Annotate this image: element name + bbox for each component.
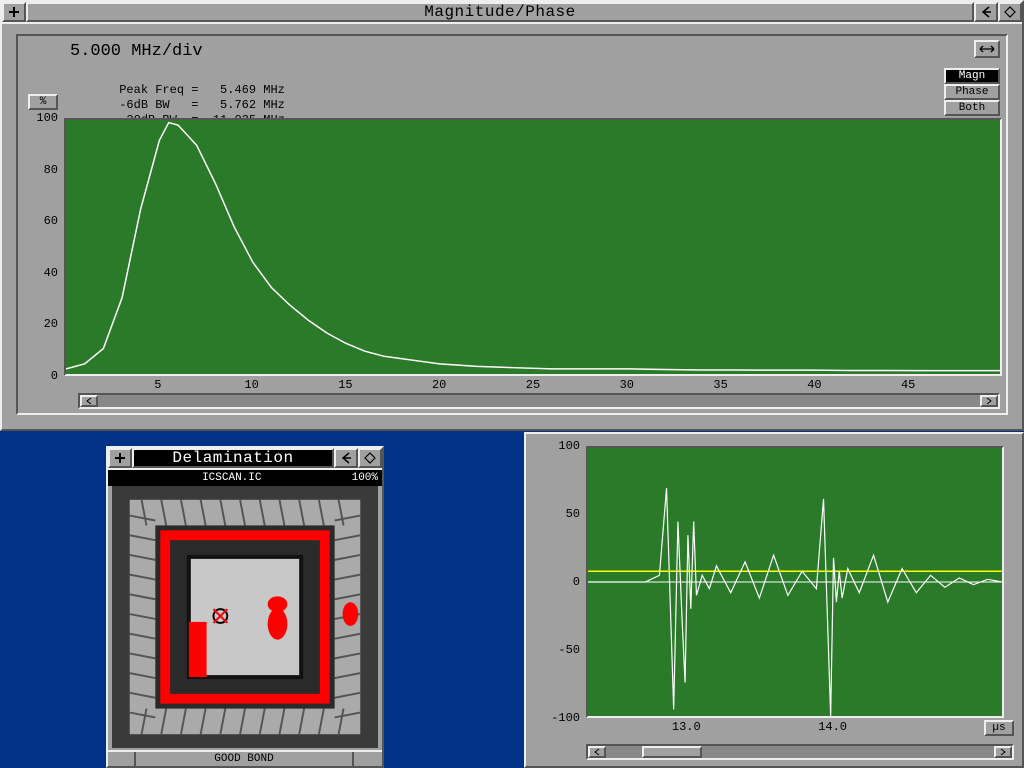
footer-status: GOOD BOND xyxy=(136,752,354,766)
spectrum-x-axis: 5 10 15 20 25 30 35 40 45 xyxy=(64,378,1002,394)
scroll-left-icon[interactable] xyxy=(588,746,606,758)
footer-left xyxy=(108,752,136,766)
delam-footer: GOOD BOND xyxy=(108,750,382,766)
ascan-h-scrollbar[interactable] xyxy=(586,744,1014,760)
titlebar: Delamination xyxy=(108,448,382,470)
scroll-track[interactable] xyxy=(702,746,994,758)
c-scan-svg xyxy=(112,486,378,748)
back-icon[interactable] xyxy=(334,448,358,468)
ascan-curve xyxy=(588,448,1002,716)
both-button[interactable]: Both xyxy=(944,100,1000,116)
scroll-track[interactable] xyxy=(98,395,980,407)
scroll-left-icon[interactable] xyxy=(80,395,98,407)
ascan-window: -100 -50 0 50 100 13.0 14.0 µs xyxy=(524,432,1024,768)
scroll-right-icon[interactable] xyxy=(994,746,1012,758)
x-unit-button[interactable]: µs xyxy=(984,720,1014,736)
ascan-plot[interactable] xyxy=(586,446,1004,718)
scroll-right-icon[interactable] xyxy=(980,395,998,407)
ascan-y-axis: -100 -50 0 50 100 xyxy=(526,446,584,718)
percent-button[interactable]: % xyxy=(28,94,58,110)
window-title: Magnitude/Phase xyxy=(26,2,974,22)
spectrum-panel-body: 5.000 MHz/div Peak Freq = 5.469 MHz -6dB… xyxy=(16,34,1008,415)
x-division-label: 5.000 MHz/div xyxy=(70,42,203,61)
spectrum-plot[interactable] xyxy=(64,118,1002,376)
spectrum-h-scrollbar[interactable] xyxy=(78,393,1000,409)
spectrum-curve xyxy=(66,120,1000,374)
file-name: ICSCAN.IC xyxy=(112,472,352,484)
magnitude-phase-window: Magnitude/Phase 5.000 MHz/div Peak Freq … xyxy=(0,0,1024,431)
zoom-level: 100% xyxy=(352,472,378,484)
window-title: Delamination xyxy=(132,448,334,468)
delamination-window: Delamination ICSCAN.IC 100% xyxy=(106,446,384,768)
swap-axes-button[interactable] xyxy=(974,40,1000,58)
footer-right xyxy=(354,752,382,766)
diamond-icon[interactable] xyxy=(358,448,382,468)
back-icon[interactable] xyxy=(974,2,998,22)
ascan-x-axis: 13.0 14.0 xyxy=(586,720,1004,736)
c-scan-image[interactable] xyxy=(112,486,378,748)
spectrum-y-axis: 0 20 40 60 80 100 xyxy=(18,118,62,376)
delam-statusbar: ICSCAN.IC 100% xyxy=(108,470,382,486)
titlebar: Magnitude/Phase xyxy=(2,2,1022,24)
scroll-thumb[interactable] xyxy=(642,746,702,758)
phase-button[interactable]: Phase xyxy=(944,84,1000,100)
window-menu-icon[interactable] xyxy=(2,2,26,22)
window-menu-icon[interactable] xyxy=(108,448,132,468)
display-mode-group: Magn Phase Both xyxy=(944,68,1000,116)
diamond-icon[interactable] xyxy=(998,2,1022,22)
magn-button[interactable]: Magn xyxy=(944,68,1000,84)
